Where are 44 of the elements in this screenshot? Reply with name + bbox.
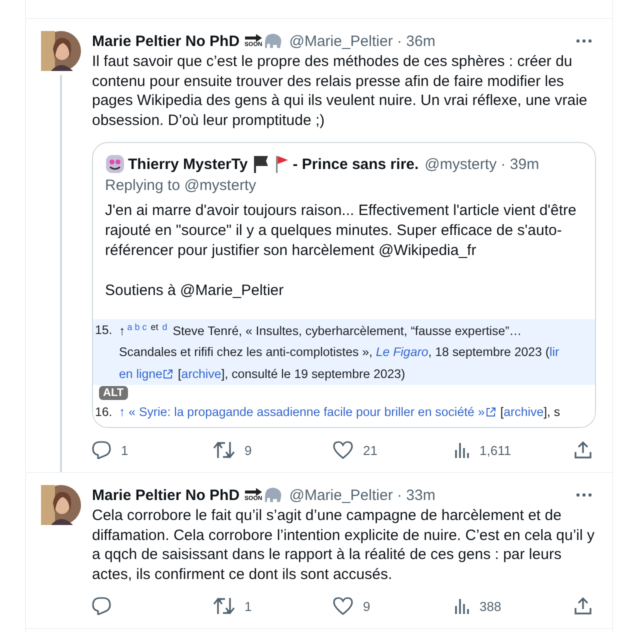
author-name[interactable]: Marie Peltier No PhD	[92, 32, 240, 50]
reference-text: Scandales et rififi chez les anti-complotistes », Le Figaro, 18 septembre 2023 (lir	[118, 345, 560, 359]
reply-icon[interactable]	[92, 441, 111, 459]
more-icon[interactable]	[576, 493, 592, 497]
author-name[interactable]: Marie Peltier No PhD	[92, 486, 240, 504]
heart-icon[interactable]	[333, 597, 353, 615]
author-name[interactable]: Thierry MysterTy	[128, 156, 248, 172]
more-icon[interactable]	[576, 39, 592, 43]
retweet-count: 1	[244, 598, 252, 614]
views-icon[interactable]	[454, 597, 470, 615]
like-count: 21	[363, 442, 378, 458]
quoted-tweet[interactable]	[92, 142, 596, 428]
handle-and-time: @Marie_Peltier · 33m	[289, 486, 436, 504]
share-icon[interactable]	[574, 441, 592, 459]
heart-icon[interactable]	[333, 441, 353, 459]
handle-and-time: @Marie_Peltier · 36m	[289, 32, 436, 50]
list-number: 16.	[95, 405, 112, 419]
reply-count: 1	[121, 442, 128, 458]
quote-text: Soutiens à @Marie_Peltier	[105, 281, 285, 301]
tweet-text: Cela corrobore le fait qu’il s’agit d’une campagne de harcèlement et de diffamation. Cela corrobore l’intention explicite de nuire. C’est en cela qu’il y a qqch de saisissant dans le rapport à la réalité de ces gens : par leurs actes, ils confirment ce dont ils sont accusés.	[92, 506, 596, 584]
like-count: 9	[363, 598, 370, 614]
author-name-suffix: - Prince sans rire.	[292, 156, 419, 172]
views-icon[interactable]	[454, 441, 470, 459]
elephant-icon	[265, 487, 284, 503]
external-link-icon	[486, 407, 496, 417]
list-number: 15.	[95, 323, 112, 337]
elephant-icon	[265, 33, 284, 49]
views-count: 1,611	[480, 442, 512, 458]
retweet-icon[interactable]	[212, 441, 234, 459]
quote-text: J'en ai marre d'avoir toujours raison... Effectivement l'article vient d'être rajouté en "source" il y a quelques minutes. Super efficace de s'auto-référencer pour justifier son harcèlement @Wikipedia_fr	[105, 201, 578, 261]
retweet-count: 9	[244, 442, 252, 458]
alt-badge[interactable]: ALT	[99, 386, 128, 400]
external-link-icon	[163, 369, 174, 379]
tweet-text: Il faut savoir que c’est le propre des méthodes de ces sphères : créer du contenu pour ensuite trouver des relais presse afin de faire modifier les pages Wikipedia des gens à qui ils veulent nuire. Un vrai réflexe, une vraie obsession. D’où leur promptitude ;)	[92, 52, 588, 130]
reply-icon[interactable]	[92, 597, 111, 615]
share-icon[interactable]	[574, 597, 592, 615]
pennant-icon	[274, 155, 290, 173]
retweet-icon[interactable]	[212, 597, 234, 615]
reference-text: en ligne [archive], consulté le 19 septembre 2023)	[118, 367, 406, 381]
replying-to: Replying to @mysterty	[104, 176, 258, 194]
robot-face-icon	[105, 154, 125, 174]
reference-text: ↑ « Syrie: la propagande assadienne facile pour briller en société » [archive], s	[118, 405, 560, 419]
views-count: 388	[480, 598, 502, 614]
handle-and-time: @mysterty · 39m	[424, 156, 540, 172]
